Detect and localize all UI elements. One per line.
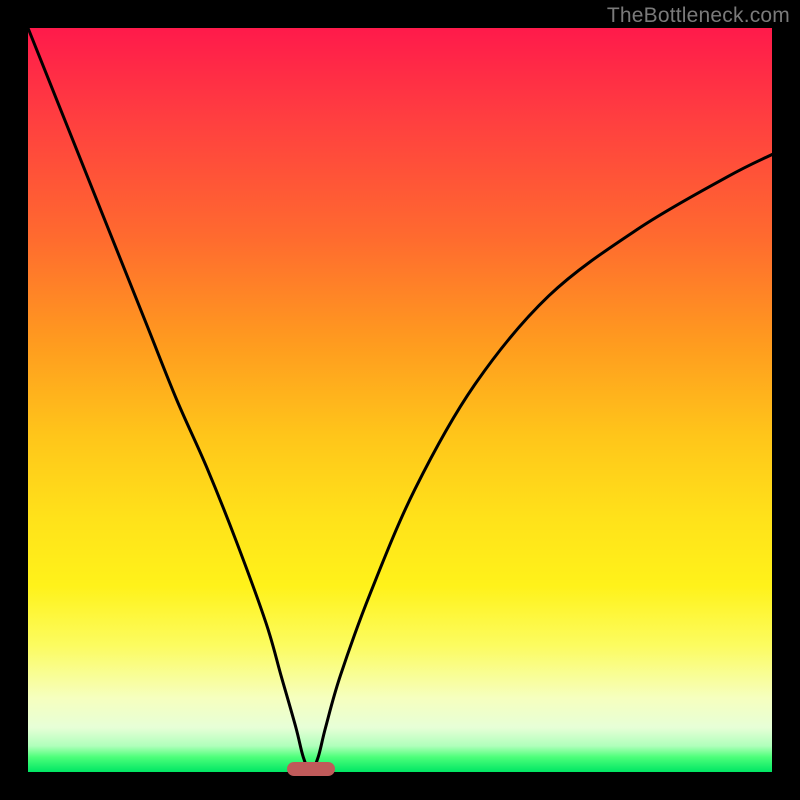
optimal-point-marker: [287, 762, 335, 776]
plot-area: [28, 28, 772, 772]
watermark-text: TheBottleneck.com: [607, 4, 790, 28]
chart-frame: TheBottleneck.com: [0, 0, 800, 800]
bottleneck-curve: [28, 28, 772, 772]
